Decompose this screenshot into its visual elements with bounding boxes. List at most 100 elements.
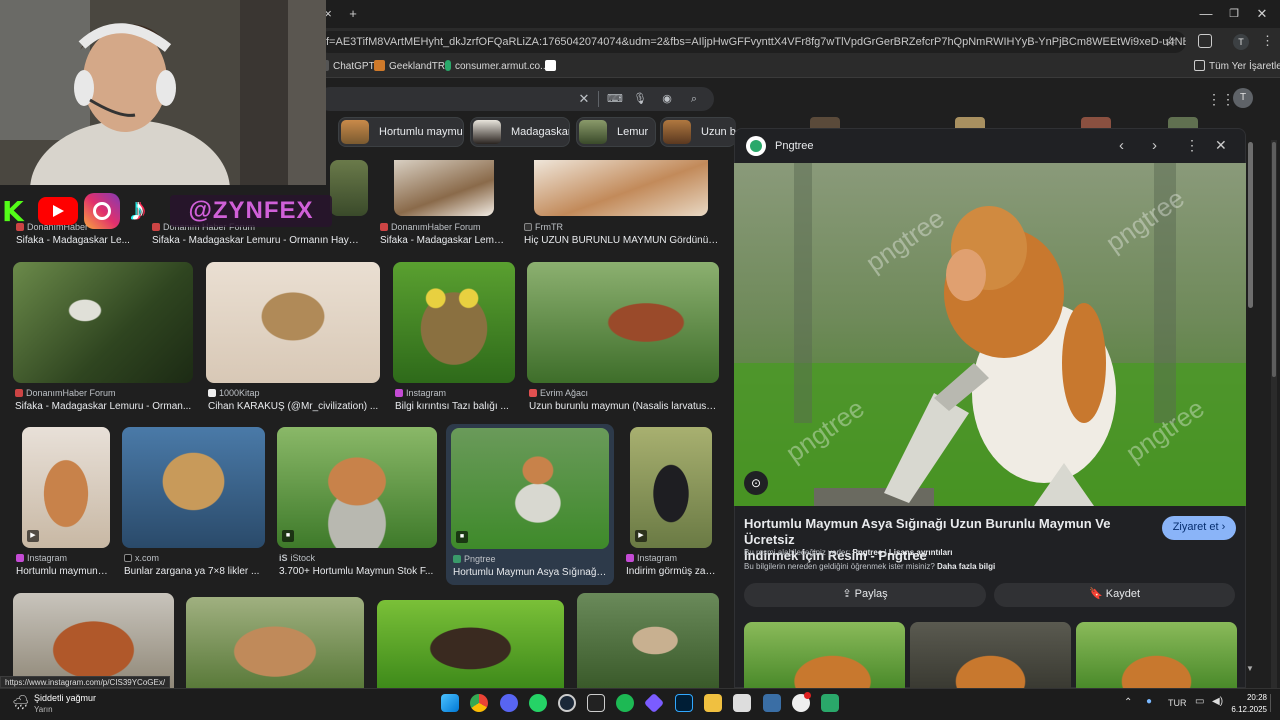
steam-icon[interactable] xyxy=(558,694,576,712)
result-image[interactable]: ■ xyxy=(277,427,437,548)
result-title[interactable]: Hiç UZUN BURUNLU MAYMUN Gördünüz... xyxy=(524,235,719,246)
close-window-icon[interactable]: ✕ xyxy=(1252,4,1272,24)
microphone-icon[interactable]: 🎙 xyxy=(632,92,648,106)
clock-time[interactable]: 20:28 xyxy=(1231,693,1267,702)
result-title[interactable]: İndirim görmüş zar... xyxy=(626,566,716,577)
bookmark-star-icon[interactable]: ☆ xyxy=(1164,33,1177,50)
result-image[interactable]: ▶ xyxy=(22,427,110,548)
chip-lemur[interactable]: Lemur xyxy=(576,117,656,147)
close-panel-icon[interactable]: ✕ xyxy=(1215,137,1227,154)
result-image[interactable] xyxy=(13,593,174,688)
result-title[interactable]: Sifaka - Madagaskar Lemuru - Orman... xyxy=(15,401,193,412)
result-card[interactable]: DonanımHaber Forum Sifaka - Madagaskar L… xyxy=(13,262,195,417)
result-image[interactable] xyxy=(122,427,265,548)
panel-scrollbar-thumb[interactable] xyxy=(1248,142,1253,308)
all-bookmarks-button[interactable]: Tüm Yer İşaretleri xyxy=(1194,58,1280,76)
result-card-selected[interactable]: ■ Pngtree Hortumlu Maymun Asya Sığınağı … xyxy=(446,424,614,585)
network-icon[interactable]: ▭ xyxy=(1195,696,1204,707)
result-title[interactable]: Cihan KARAKUŞ (@Mr_civilization) ... xyxy=(208,401,380,412)
monitor-icon[interactable] xyxy=(763,694,781,712)
whatsapp-icon[interactable] xyxy=(529,694,547,712)
result-image[interactable] xyxy=(527,262,719,383)
app-icon[interactable] xyxy=(821,694,839,712)
bookmark-chatgpt[interactable]: ChatGPT xyxy=(318,58,375,76)
license-details-link[interactable]: Lisans ayrıntıları xyxy=(889,548,953,557)
result-title[interactable]: Uzun burunlu maymun (Nasalis larvatus) .… xyxy=(529,401,719,412)
photoshop-icon[interactable] xyxy=(675,694,693,712)
result-card[interactable]: FrmTR Hiç UZUN BURUNLU MAYMUN Gördünüz..… xyxy=(522,160,720,250)
search-icon[interactable]: ⌕ xyxy=(686,92,702,106)
clear-search-icon[interactable]: ✕ xyxy=(576,92,592,106)
result-image[interactable] xyxy=(393,262,515,383)
chip-madagaskar[interactable]: Madagaskar xyxy=(470,117,570,147)
result-title[interactable]: Sifaka - Madagaskar Lemuru - Ormanın Hay… xyxy=(152,235,364,246)
prev-image-icon[interactable]: ‹ xyxy=(1119,137,1124,154)
result-title[interactable]: 3.700+ Hortumlu Maymun Stok F... xyxy=(279,566,437,577)
minimize-icon[interactable]: — xyxy=(1196,4,1216,24)
result-title[interactable]: Sifaka - Madagaskar Le... xyxy=(16,235,136,246)
result-image[interactable] xyxy=(377,600,564,688)
weather-title[interactable]: Şiddetli yağmur xyxy=(34,693,96,703)
search-input[interactable] xyxy=(318,87,714,111)
start-icon[interactable] xyxy=(441,694,459,712)
result-image[interactable] xyxy=(13,262,193,383)
related-image[interactable] xyxy=(1076,622,1237,688)
result-title[interactable]: Bunlar zargana ya 7×8 likler ... xyxy=(124,566,264,577)
related-image[interactable] xyxy=(744,622,905,688)
account-avatar[interactable]: T xyxy=(1233,88,1253,108)
result-image[interactable]: ■ xyxy=(451,428,609,549)
result-image[interactable] xyxy=(577,593,719,688)
volume-icon[interactable]: ◀) xyxy=(1212,696,1223,707)
bookmark-amazon[interactable] xyxy=(545,58,560,76)
extensions-icon[interactable] xyxy=(1198,34,1212,48)
result-image[interactable] xyxy=(394,160,494,216)
epic-games-icon[interactable] xyxy=(587,694,605,712)
result-card[interactable]: ▶ Instagram Hortumlu maymun ... xyxy=(14,427,112,582)
chrome-icon[interactable] xyxy=(470,694,488,712)
result-title[interactable]: Bilgi kırıntısı Tazı balığı ... xyxy=(395,401,515,412)
weather-icon[interactable]: 🌧 xyxy=(12,694,32,712)
more-info-link[interactable]: Daha fazla bilgi xyxy=(937,562,995,571)
panel-more-icon[interactable]: ⋮ xyxy=(1185,137,1199,154)
lens-search-icon[interactable]: ⊙ xyxy=(744,471,768,495)
result-image[interactable] xyxy=(330,160,368,216)
mic-tray-icon[interactable]: ● xyxy=(1146,696,1152,707)
panel-site-name[interactable]: Pngtree xyxy=(775,140,814,152)
lens-icon[interactable]: ◉ xyxy=(659,92,675,106)
bookmark-geeklandtr[interactable]: GeeklandTR xyxy=(374,58,445,76)
license-site-link[interactable]: Pngtree xyxy=(853,548,883,557)
result-image[interactable] xyxy=(206,262,380,383)
next-image-icon[interactable]: › xyxy=(1152,137,1157,154)
visit-button[interactable]: Ziyaret et › xyxy=(1162,516,1236,540)
chrome-menu-icon[interactable]: ⋮ xyxy=(1261,33,1274,49)
new-tab-button[interactable]: + xyxy=(343,4,363,24)
clock-date[interactable]: 6.12.2025 xyxy=(1224,705,1267,714)
share-button[interactable]: ⇪ Paylaş xyxy=(744,583,986,607)
restore-icon[interactable]: ❐ xyxy=(1224,4,1244,24)
save-button[interactable]: 🔖 Kaydet xyxy=(994,583,1235,607)
result-image[interactable]: ▶ xyxy=(630,427,712,548)
related-image[interactable] xyxy=(910,622,1071,688)
chip-hortumlu-maymun[interactable]: Hortumlu maymun xyxy=(338,117,464,147)
page-scrollbar-thumb[interactable] xyxy=(1272,142,1276,377)
result-card[interactable]: x.com Bunlar zargana ya 7×8 likler ... xyxy=(122,427,267,582)
result-title[interactable]: Sifaka - Madagaskar Lemu... xyxy=(380,235,505,246)
file-explorer-icon[interactable] xyxy=(704,694,722,712)
spotify-icon[interactable] xyxy=(616,694,634,712)
discord-icon[interactable] xyxy=(500,694,518,712)
result-card[interactable]: ▶ Instagram İndirim görmüş zar... xyxy=(624,427,720,582)
bookmark-armut[interactable]: consumer.armut.co... xyxy=(445,58,548,76)
address-bar[interactable]: f=AE3TifM8VArtMEHyht_dkJzrfOFQaRLiZA:176… xyxy=(318,31,1186,53)
result-card[interactable]: 1000Kitap Cihan KARAKUŞ (@Mr_civilizatio… xyxy=(206,262,382,417)
result-card[interactable]: Instagram Bilgi kırıntısı Tazı balığı ..… xyxy=(393,262,517,417)
chip-uzun-burunlu[interactable]: Uzun bu xyxy=(660,117,736,147)
scroll-down-icon[interactable]: ▼ xyxy=(1246,664,1254,673)
result-image[interactable] xyxy=(534,160,708,216)
store-icon[interactable] xyxy=(733,694,751,712)
language-indicator[interactable]: TUR xyxy=(1168,698,1187,708)
preview-image[interactable]: pngtree pngtree pngtree pngtree xyxy=(734,163,1246,506)
result-image[interactable] xyxy=(186,597,364,688)
result-title[interactable]: Hortumlu maymun ... xyxy=(16,566,108,577)
tray-overflow-icon[interactable]: ⌃ xyxy=(1124,697,1132,708)
result-card[interactable]: ■ iS iStock 3.700+ Hortumlu Maymun Stok F… xyxy=(277,427,439,582)
